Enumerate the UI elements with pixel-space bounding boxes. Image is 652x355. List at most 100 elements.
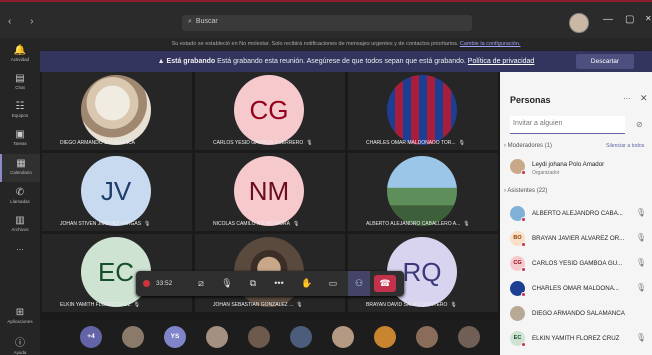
rail-tasks[interactable]: ▣ Tareas (0, 126, 40, 152)
video-tile[interactable]: JV JOHAN STIVEN JIMENEZ VARGAS 🎙 (42, 153, 192, 231)
search-icon: ⌕ (188, 18, 192, 25)
invite-link-icon[interactable]: ⊘ (636, 120, 643, 129)
mic-icon: 🎙 (450, 302, 457, 308)
tile-name: ELKIN YAMITH FLOREZ CRUZ 🎙 (60, 302, 141, 308)
apps-icon: ⊞ (15, 307, 25, 318)
recording-label: Está grabando (166, 58, 216, 65)
more-participants-badge[interactable]: +4 (80, 326, 102, 348)
person-role: Organizador (532, 170, 560, 176)
participant-thumb[interactable]: YS (164, 326, 186, 348)
tile-name: BRAYAN DAVID SALAS QUINTERO 🎙 (366, 302, 457, 308)
mic-off-icon: 🎙 (635, 333, 646, 342)
participant-strip: +4 YS (40, 320, 500, 355)
list-item[interactable]: EC ELKIN YAMITH FLOREZ CRUZ 🎙 (508, 330, 648, 348)
close-icon[interactable]: ✕ (640, 93, 648, 104)
recording-text: Está grabando esta reunión. Asegúrese de… (217, 58, 466, 65)
user-avatar[interactable] (569, 13, 589, 33)
rail-teams[interactable]: ☷ Equipos (0, 98, 40, 124)
moderators-heading[interactable]: › Moderadores (1) (504, 143, 552, 149)
mic-off-icon: 🎙 (635, 208, 646, 217)
video-tile[interactable]: DIEGO ARMANDO SALAMANCA (42, 72, 192, 150)
hang-up-button[interactable]: ☎ (374, 275, 396, 292)
notice-settings-link[interactable]: Cambie la configuración. (460, 41, 521, 47)
participant-thumb[interactable] (332, 326, 354, 348)
search-placeholder: Buscar (195, 18, 218, 25)
participant-initials: JV (81, 156, 151, 226)
tile-name: JOHAN SEBASTIAN GONZALEZ ... 🎙 (213, 302, 303, 308)
camera-off-icon[interactable]: ⧄ (190, 271, 212, 296)
mic-icon: 🎙 (144, 221, 151, 227)
help-icon: ⓘ (15, 338, 25, 349)
participant-thumb[interactable] (122, 326, 144, 348)
search-input[interactable]: ⌕ Buscar (182, 15, 472, 31)
participant-thumb[interactable] (290, 326, 312, 348)
chat-icon: ▤ (15, 73, 25, 84)
person-name: CHARLES OMAR MALDONA... (532, 285, 619, 292)
mic-icon: 🎙 (458, 140, 465, 146)
participant-thumb[interactable] (374, 326, 396, 348)
list-item[interactable]: ALBERTO ALEJANDRO CABA... 🎙 (508, 205, 648, 223)
people-panel: Personas ··· ✕ Invitar a alguien ⊘ › Mod… (500, 72, 652, 355)
video-tile[interactable]: CG CARLOS YESID GAMBOA GUERRERO 🎙 (195, 72, 345, 150)
mute-all-link[interactable]: Silenciar a todos (606, 143, 644, 149)
rail-chat[interactable]: ▤ Chat (0, 70, 40, 96)
phone-icon: ✆ (15, 187, 25, 198)
participant-thumb[interactable] (416, 326, 438, 348)
mic-button[interactable]: 🎙 (216, 271, 238, 296)
rail-help[interactable]: ⓘ Ayuda (0, 332, 40, 355)
participant-thumb[interactable] (248, 326, 270, 348)
organizer-item[interactable]: Leydi johana Polo Amador Organizador (508, 158, 648, 180)
list-item[interactable]: BO BRAYAN JAVIER ALVAREZ OR... 🎙 (508, 230, 648, 248)
video-tile[interactable]: CHARLES OMAR MALDONADO TOR... 🎙 (348, 72, 498, 150)
recording-indicator (143, 280, 150, 287)
chat-icon[interactable]: ▭ (322, 271, 344, 296)
list-item[interactable]: CHARLES OMAR MALDONA... 🎙 (508, 280, 648, 298)
share-screen-icon[interactable]: ⧉ (242, 271, 264, 296)
maximize-button[interactable]: ▢ (625, 14, 634, 25)
person-name: CARLOS YESID GAMBOA GU... (532, 260, 623, 267)
invite-input[interactable]: Invitar a alguien (510, 116, 625, 134)
rail-more[interactable]: ... (0, 242, 40, 258)
list-item[interactable]: DIEGO ARMANDO SALAMANCA (508, 305, 648, 323)
call-controls: 33:52 ⧄ 🎙 ⧉ ••• ✋ ▭ ⚇ ☎ (136, 271, 404, 296)
close-button[interactable]: ✕ (645, 14, 652, 23)
more-actions-icon[interactable]: ••• (268, 271, 290, 296)
app-rail: 🔔 Actividad ▤ Chat ☷ Equipos ▣ Tareas ▦ Calen… (0, 38, 40, 355)
recording-banner: ▲ Está grabando Está grabando esta reuni… (40, 51, 652, 72)
call-timer: 33:52 (156, 280, 173, 287)
person-name: ELKIN YAMITH FLOREZ CRUZ (532, 335, 620, 342)
rail-calls[interactable]: ✆ Llamadas (0, 184, 40, 210)
person-name: Leydi johana Polo Amador (532, 161, 605, 168)
status-badge (521, 242, 526, 247)
attendees-heading[interactable]: › Asistentes (22) (504, 188, 547, 194)
video-tile[interactable]: ALBERTO ALEJANDRO CABALLERO A... 🎙 (348, 153, 498, 231)
mic-off-icon: 🎙 (635, 258, 646, 267)
raise-hand-icon[interactable]: ✋ (296, 271, 318, 296)
video-stage: DIEGO ARMANDO SALAMANCA CG CARLOS YESID … (40, 72, 500, 355)
participant-thumb[interactable] (206, 326, 228, 348)
rail-activity[interactable]: 🔔 Actividad (0, 42, 40, 68)
mic-off-icon: 🎙 (635, 283, 646, 292)
rail-apps[interactable]: ⊞ Aplicaciones (0, 304, 40, 330)
list-item[interactable]: CG CARLOS YESID GAMBOA GU... 🎙 (508, 255, 648, 273)
title-bar: ‹ › ⌕ Buscar — ▢ ✕ (0, 0, 652, 38)
calendar-icon: ▦ (16, 158, 26, 169)
tile-name: ALBERTO ALEJANDRO CABALLERO A... 🎙 (366, 221, 470, 227)
video-tile[interactable]: NM NICOLAS CAMILO ROJAS MORA 🎙 (195, 153, 345, 231)
person-name: ALBERTO ALEJANDRO CABA... (532, 210, 623, 217)
more-options-icon[interactable]: ··· (623, 94, 631, 103)
privacy-link[interactable]: Política de privacidad (468, 58, 535, 65)
status-badge (521, 267, 526, 272)
minimize-button[interactable]: — (603, 14, 613, 25)
dismiss-button[interactable]: Descartar (576, 54, 634, 69)
status-badge (521, 292, 526, 297)
teams-icon: ☷ (15, 101, 25, 112)
tasks-icon: ▣ (15, 129, 25, 140)
mic-icon: 🎙 (463, 221, 470, 227)
status-badge (521, 217, 526, 222)
participants-icon[interactable]: ⚇ (348, 271, 370, 296)
rail-calendar[interactable]: ▦ Calendario (0, 154, 40, 182)
rail-files[interactable]: ▥ Archivos (0, 212, 40, 238)
nav-arrows[interactable]: ‹ › (8, 16, 41, 27)
participant-thumb[interactable] (458, 326, 480, 348)
